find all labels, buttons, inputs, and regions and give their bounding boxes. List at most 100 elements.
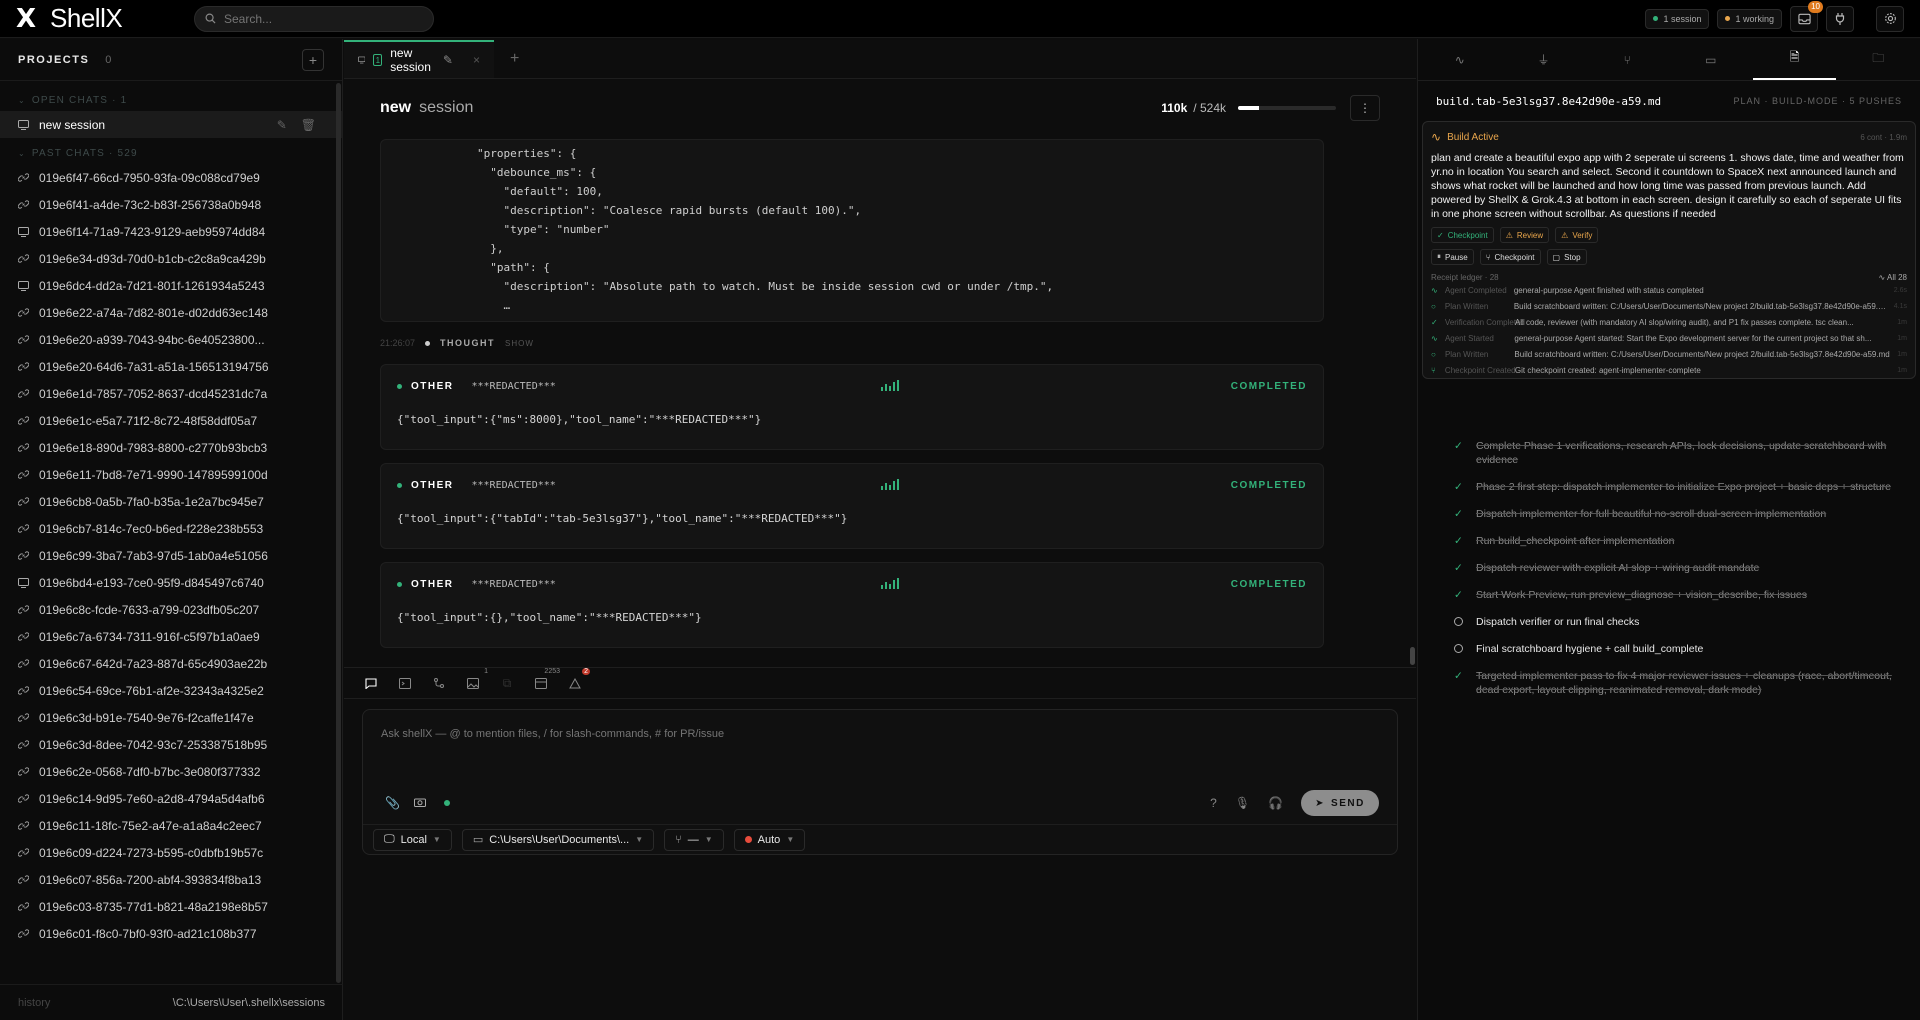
- checklist-item[interactable]: Final scratchboard hygiene + call build_…: [1454, 642, 1894, 656]
- past-chat-item[interactable]: 019e6c03-8735-77d1-b821-48a2198e8b57: [0, 893, 342, 920]
- search-box[interactable]: [194, 5, 434, 32]
- past-chat-item[interactable]: 019e6c3d-b91e-7540-9e76-f2caffe1f47e: [0, 704, 342, 731]
- ledger-all-button[interactable]: ∿ All 28: [1879, 273, 1908, 282]
- past-chat-item[interactable]: 019e6e18-890d-7983-8800-c2770b93bcb3: [0, 434, 342, 461]
- tab-plugins[interactable]: ⏚: [1502, 39, 1586, 80]
- active-chat-item[interactable]: new session ✎ 🗑: [0, 111, 342, 138]
- token-counter-icon[interactable]: 2253: [534, 668, 560, 690]
- inbox-button[interactable]: 10: [1790, 0, 1823, 32]
- ledger-row[interactable]: ○ Plan Written Build scratchboard written:…: [1431, 298, 1907, 314]
- app-logo[interactable]: X ShellX: [16, 3, 176, 34]
- tool-call-card[interactable]: OTHER ***REDACTED*** COMPLETED {"tool_input…: [380, 364, 1324, 450]
- checkpoint-button[interactable]: ⑂ Checkpoint: [1479, 249, 1541, 265]
- past-chat-item[interactable]: 019e6e20-64d6-7a31-a51a-156513194756: [0, 353, 342, 380]
- tool-call-card[interactable]: OTHER ***REDACTED*** COMPLETED {"tool_input…: [380, 463, 1324, 549]
- tab-document[interactable]: 🗎: [1752, 39, 1837, 80]
- stop-button[interactable]: ▢ Stop: [1546, 249, 1587, 265]
- past-chat-item[interactable]: 019e6c67-642d-7a23-887d-65c4903ae22b: [0, 650, 342, 677]
- past-chat-item[interactable]: 019e6c09-d224-7273-b595-c0dbfb19b57c: [0, 839, 342, 866]
- past-chat-item[interactable]: 019e6e22-a74a-7d82-801e-d02dd63ec148: [0, 299, 342, 326]
- working-pill[interactable]: 1 working: [1717, 8, 1782, 29]
- review-chip[interactable]: ⚠ Review: [1499, 227, 1550, 243]
- past-chat-item[interactable]: 019e6c8c-fcde-7633-a799-023dfb05c207: [0, 596, 342, 623]
- plug-button[interactable]: [1826, 5, 1854, 32]
- past-chat-item[interactable]: 019e6bd4-e193-7ce0-95f9-d845497c6740: [0, 569, 342, 596]
- git-icon[interactable]: [432, 676, 446, 690]
- status-green-icon[interactable]: [443, 800, 450, 806]
- feed-scrollbar[interactable]: [1410, 647, 1415, 665]
- checklist-item[interactable]: ✓ Dispatch implementer for full beautiful…: [1454, 507, 1894, 521]
- past-chats-label[interactable]: ⌄ PAST CHATS · 529: [0, 142, 342, 164]
- past-chat-item[interactable]: 019e6e11-7bd8-7e71-9990-14789599100d: [0, 461, 342, 488]
- close-tab-icon[interactable]: ×: [473, 53, 480, 67]
- checkpoint-chip[interactable]: ✓ Checkpoint: [1431, 227, 1494, 243]
- chat-icon[interactable]: [364, 676, 378, 690]
- checklist-item[interactable]: ✓ Start Work Preview, run preview_diagnos…: [1454, 588, 1894, 602]
- help-button[interactable]: ?: [1210, 796, 1217, 810]
- add-project-button[interactable]: +: [302, 48, 324, 71]
- camera-icon[interactable]: [413, 796, 426, 810]
- past-chat-item[interactable]: 019e6e1d-7857-7052-8637-dcd45231dc7a: [0, 380, 342, 407]
- image-icon[interactable]: 1: [466, 668, 488, 690]
- rename-tab-icon[interactable]: ✎: [443, 53, 453, 67]
- ledger-row[interactable]: ○ Plan Written Build scratchboard written:…: [1431, 346, 1907, 362]
- environment-select[interactable]: 🖵 Local ▼: [373, 828, 452, 851]
- tab-git[interactable]: ⑂: [1585, 39, 1669, 80]
- send-button[interactable]: ➤ SEND: [1301, 790, 1379, 816]
- tab-activity[interactable]: ∿: [1418, 39, 1502, 80]
- open-chats-label[interactable]: ⌄ OPEN CHATS · 1: [0, 89, 342, 111]
- past-chat-item[interactable]: 019e6cb7-814c-7ec0-b6ed-f228e238b553: [0, 515, 342, 542]
- past-chat-item[interactable]: 019e6c54-69ce-76b1-af2e-32343a4325e2: [0, 677, 342, 704]
- ledger-row[interactable]: ∿ Agent Completed general-purpose Agent fi…: [1431, 282, 1907, 298]
- more-options-button[interactable]: ⋮: [1350, 95, 1380, 121]
- verify-chip[interactable]: ⚠ Verify: [1555, 227, 1599, 243]
- microphone-icon[interactable]: 🎙: [1235, 796, 1250, 810]
- past-chat-item[interactable]: 019e6c07-856a-7200-abf4-393834f8ba13: [0, 866, 342, 893]
- projects-title[interactable]: PROJECTS: [18, 54, 89, 66]
- checklist-item[interactable]: Dispatch verifier or run final checks: [1454, 615, 1894, 629]
- past-chat-item[interactable]: 019e6dc4-dd2a-7d21-801f-1261934a5243: [0, 272, 342, 299]
- checklist-item[interactable]: ✓ Complete Phase 1 verifications, researc…: [1454, 439, 1894, 467]
- past-chat-item[interactable]: 019e6c7a-6734-7311-916f-c5f97b1a0ae9: [0, 623, 342, 650]
- tab-browser[interactable]: ▭: [1669, 39, 1753, 80]
- pause-button[interactable]: ⏸ Pause: [1431, 249, 1474, 265]
- sessions-pill[interactable]: 1 session: [1645, 8, 1710, 29]
- headphones-icon[interactable]: 🎧: [1268, 796, 1283, 810]
- past-chat-item[interactable]: 019e6c11-18fc-75e2-a47e-a1a8a4c2eec7: [0, 812, 342, 839]
- past-chat-item[interactable]: 019e6c3d-8dee-7042-93c7-253387518b95: [0, 731, 342, 758]
- prompt-input[interactable]: [381, 728, 1281, 758]
- mode-select[interactable]: Auto ▼: [733, 828, 806, 851]
- tab-files[interactable]: 🗀: [1836, 39, 1920, 80]
- checklist-item[interactable]: ✓ Targeted implementer pass to fix 4 majo…: [1454, 669, 1894, 697]
- layers-icon[interactable]: ⧉: [500, 676, 514, 690]
- checklist-item[interactable]: ✓ Phase 2 first step: dispatch implemente…: [1454, 480, 1894, 494]
- past-chat-item[interactable]: 019e6f41-a4de-73c2-b83f-256738a0b948: [0, 191, 342, 218]
- thought-show-toggle[interactable]: SHOW: [505, 339, 534, 348]
- past-chat-item[interactable]: 019e6c14-9d95-7e60-a2d8-4794a5d4afb6: [0, 785, 342, 812]
- new-tab-button[interactable]: +: [510, 50, 519, 68]
- past-chat-item[interactable]: 019e6e1c-e5a7-71f2-8c72-48f58ddf05a7: [0, 407, 342, 434]
- past-chat-item[interactable]: 019e6f14-71a9-7423-9129-aeb95974dd84: [0, 218, 342, 245]
- terminal-icon[interactable]: [398, 676, 412, 690]
- edit-chat-icon[interactable]: ✎: [277, 118, 287, 132]
- delete-chat-icon[interactable]: 🗑: [301, 118, 316, 132]
- cwd-select[interactable]: ▭ C:\Users\User\Documents\... ▼: [461, 828, 655, 851]
- past-chat-item[interactable]: 019e6f47-66cd-7950-93fa-09c088cd79e9: [0, 164, 342, 191]
- past-chat-item[interactable]: 019e6c01-f8c0-7bf0-93f0-ad21c108b377: [0, 920, 342, 947]
- tool-call-card[interactable]: OTHER ***REDACTED*** COMPLETED {"tool_input…: [380, 562, 1324, 648]
- history-label[interactable]: history: [18, 997, 50, 1009]
- branch-select[interactable]: ⑂ — ▼: [664, 828, 724, 851]
- checklist-item[interactable]: ✓ Run build_checkpoint after implementati…: [1454, 534, 1894, 548]
- sidebar-scrollbar[interactable]: [336, 83, 341, 983]
- past-chat-item[interactable]: 019e6c2e-0568-7df0-b7bc-3e080f377332: [0, 758, 342, 785]
- ledger-row[interactable]: ✓ Verification Completed All code, reviewe…: [1431, 314, 1907, 330]
- tab-new-session[interactable]: 1 new session ✎ ×: [344, 40, 494, 78]
- past-chat-item[interactable]: 019e6cb8-0a5b-7fa0-b35a-1e2a7bc945e7: [0, 488, 342, 515]
- search-input[interactable]: [224, 11, 414, 26]
- past-chat-item[interactable]: 019e6c99-3ba7-7ab3-97d5-1ab0a4e51056: [0, 542, 342, 569]
- checklist-item[interactable]: ✓ Dispatch reviewer with explicit AI slop…: [1454, 561, 1894, 575]
- warning-icon[interactable]: 2: [568, 668, 590, 690]
- past-chat-item[interactable]: 019e6e34-d93d-70d0-b1cb-c2c8a9ca429b: [0, 245, 342, 272]
- ledger-row[interactable]: ⑂ Checkpoint Created Git checkpoint create…: [1431, 362, 1907, 378]
- attach-icon[interactable]: 📎: [385, 796, 400, 810]
